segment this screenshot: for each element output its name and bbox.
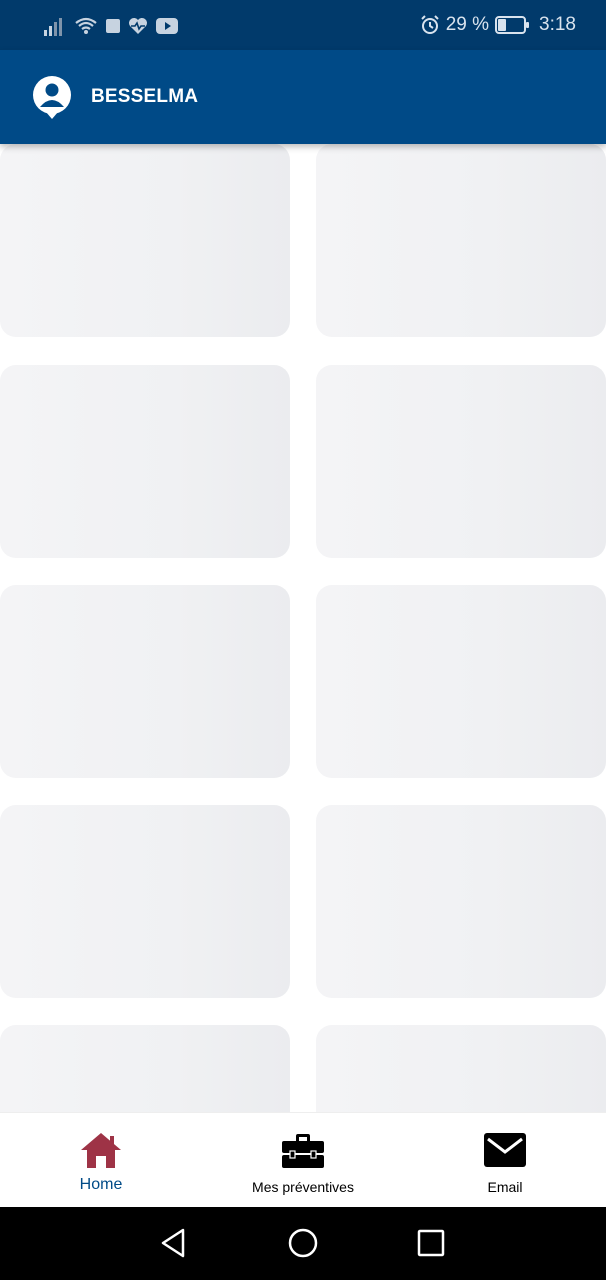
nav-label-email: Email [487, 1179, 523, 1195]
home-button[interactable] [287, 1227, 319, 1259]
loading-tile [0, 365, 290, 558]
back-button[interactable] [159, 1227, 187, 1259]
youtube-icon [156, 18, 178, 34]
account-icon[interactable] [32, 76, 72, 120]
bottom-navigation: Home Mes préventives Email [0, 1112, 606, 1208]
loading-tile [316, 805, 606, 998]
page-title: BESSELMA [91, 86, 199, 107]
system-navigation-bar [0, 1207, 606, 1280]
home-icon [81, 1133, 121, 1168]
toolbox-icon [282, 1134, 324, 1168]
loading-tile [0, 144, 290, 337]
loading-tile [316, 365, 606, 558]
nav-item-email[interactable]: Email [404, 1113, 606, 1208]
loading-tile [0, 805, 290, 998]
nav-label-mes-preventives: Mes préventives [252, 1179, 354, 1195]
battery-icon [495, 16, 530, 34]
loading-tile [316, 144, 606, 337]
recents-button[interactable] [417, 1229, 445, 1257]
loading-tile [0, 585, 290, 778]
nav-label-home: Home [79, 1176, 123, 1193]
app-bar: BESSELMA [0, 50, 606, 144]
signal-icon [44, 18, 62, 36]
nav-item-home[interactable]: Home [0, 1113, 202, 1208]
stop-icon [106, 19, 120, 33]
loading-tile [316, 585, 606, 778]
status-bar: 29 % 3:18 [0, 0, 606, 50]
loading-tile [0, 1025, 290, 1112]
clock: 3:18 [539, 14, 576, 35]
mail-icon [484, 1133, 526, 1167]
nav-item-mes-preventives[interactable]: Mes préventives [202, 1113, 404, 1208]
battery-percent: 29 % [445, 14, 490, 35]
heart-rate-icon [129, 18, 147, 34]
alarm-icon [420, 15, 439, 34]
content-grid [0, 144, 606, 1112]
loading-tile [316, 1025, 606, 1112]
wifi-icon [75, 17, 97, 34]
